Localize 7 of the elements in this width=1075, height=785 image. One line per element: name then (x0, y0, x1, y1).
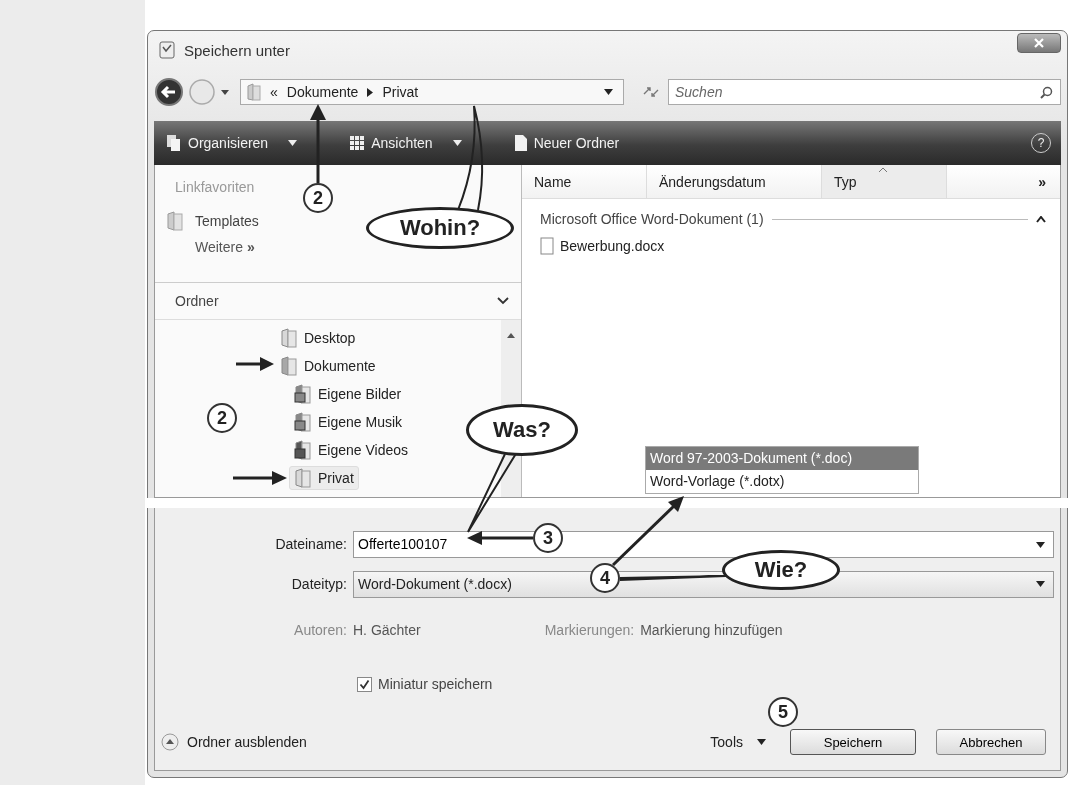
field-label: Autoren: (293, 622, 348, 638)
field-label: Dateiname: (274, 536, 348, 552)
window-title: Speichern unter (184, 41, 290, 59)
field-label: Dateityp: (290, 576, 348, 592)
section-heading: Linkfavoriten (175, 179, 255, 195)
field-label: Markierungen: (544, 622, 635, 638)
section-heading: Ordner (175, 293, 219, 309)
